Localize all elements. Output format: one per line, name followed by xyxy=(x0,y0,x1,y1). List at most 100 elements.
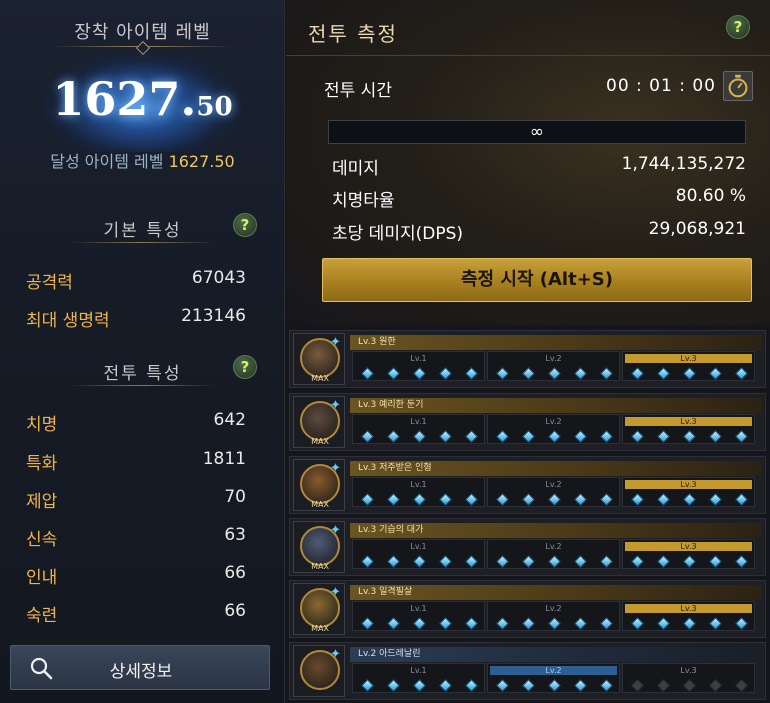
combat-stat-specialization: 특화 1811 xyxy=(26,449,246,474)
gem-icon xyxy=(496,679,509,692)
gem-icon xyxy=(657,493,670,506)
level-label: Lv.1 xyxy=(410,542,427,551)
combat-stat-expertise: 숙련 66 xyxy=(26,601,246,626)
combat-stat-crit: 치명 642 xyxy=(26,410,246,435)
engraving-name-bar: Lv.3 저주받은 인형 xyxy=(350,461,762,476)
start-measure-button[interactable]: 측정 시작 (Alt+S) xyxy=(322,258,752,302)
stopwatch-icon[interactable] xyxy=(723,71,753,101)
gem-icon xyxy=(735,493,748,506)
gem-icon xyxy=(683,367,696,380)
engraving-icon: ✦ MAX xyxy=(293,333,345,385)
gem-icon xyxy=(709,679,722,692)
sparkle-icon: ✦ xyxy=(330,335,341,350)
gem-icon xyxy=(657,617,670,630)
engraving-name: Lv.3 예리한 둔기 xyxy=(358,400,424,410)
achieved-value: 1627.50 xyxy=(168,152,235,171)
gem-icon xyxy=(439,679,452,692)
title-divider xyxy=(286,55,770,56)
engraving-icon: ✦ MAX xyxy=(293,396,345,448)
stat-label: 제압 xyxy=(26,492,58,512)
engraving-row[interactable]: ✦ MAX Lv.3 원한 Lv.1 Lv.2 Lv.3 xyxy=(289,330,766,388)
engraving-name: Lv.3 일격필살 xyxy=(358,587,413,597)
gem-icon xyxy=(735,679,748,692)
item-level-decimal: 50 xyxy=(196,92,233,122)
gem-icon xyxy=(387,367,400,380)
stat-value: 66 xyxy=(224,601,246,621)
detail-info-button[interactable]: 상세정보 xyxy=(10,645,270,690)
metric-value: 29,068,921 xyxy=(648,219,746,239)
gem-icon xyxy=(600,679,613,692)
stat-label: 공격력 xyxy=(26,273,73,293)
engraving-level-2: Lv.2 xyxy=(487,663,620,693)
gem-icon xyxy=(657,367,670,380)
gem-icon xyxy=(387,493,400,506)
engraving-name: Lv.3 저주받은 인형 xyxy=(358,463,432,473)
gem-icon xyxy=(413,367,426,380)
engraving-row[interactable]: ✦ Lv.2 아드레날린 Lv.1 Lv.2 Lv.3 xyxy=(289,642,766,700)
gem-icon xyxy=(361,555,374,568)
level-label: Lv.3 xyxy=(625,354,752,363)
engraving-level-1: Lv.1 xyxy=(352,663,485,693)
engraving-row[interactable]: ✦ MAX Lv.3 저주받은 인형 Lv.1 Lv.2 Lv.3 xyxy=(289,456,766,514)
gem-icon xyxy=(465,555,478,568)
gem-icon xyxy=(548,367,561,380)
stat-value: 63 xyxy=(224,525,246,545)
engraving-level-1: Lv.1 xyxy=(352,539,485,569)
engraving-row[interactable]: ✦ MAX Lv.3 일격필살 Lv.1 Lv.2 Lv.3 xyxy=(289,580,766,638)
gem-icon xyxy=(600,555,613,568)
engraving-icon: ✦ MAX xyxy=(293,583,345,635)
engraving-name-bar: Lv.3 기습의 대가 xyxy=(350,523,762,538)
stat-label: 특화 xyxy=(26,454,58,474)
character-stats-panel: 장착 아이템 레벨 1627.50 달성 아이템 레벨 1627.50 기본 특… xyxy=(0,0,285,703)
sparkle-icon: ✦ xyxy=(330,461,341,476)
engraving-row[interactable]: ✦ MAX Lv.3 예리한 둔기 Lv.1 Lv.2 Lv.3 xyxy=(289,393,766,451)
item-level-integer: 1627. xyxy=(52,72,197,126)
gem-icon xyxy=(496,430,509,443)
engraving-name: Lv.3 원한 xyxy=(358,337,396,347)
ornament-divider xyxy=(52,44,232,50)
engraving-icon: ✦ xyxy=(293,645,345,697)
basic-stat-max-hp: 최대 생명력 213146 xyxy=(26,306,246,331)
engraving-level-3: Lv.3 xyxy=(622,663,755,693)
level-label: Lv.3 xyxy=(625,604,752,613)
engraving-level-3: Lv.3 xyxy=(622,601,755,631)
gem-icon xyxy=(439,617,452,630)
gem-icon xyxy=(574,555,587,568)
detail-info-label: 상세정보 xyxy=(109,662,173,682)
duration-infinity-bar[interactable]: ∞ xyxy=(328,120,746,144)
engraving-level-3: Lv.3 xyxy=(622,414,755,444)
help-icon[interactable]: ? xyxy=(726,15,750,39)
gem-icon xyxy=(631,679,644,692)
stat-value: 70 xyxy=(224,487,246,507)
level-label: Lv.2 xyxy=(545,354,562,363)
gem-icon xyxy=(683,679,696,692)
gem-icon xyxy=(522,430,535,443)
gem-icon xyxy=(387,617,400,630)
level-label: Lv.2 xyxy=(545,604,562,613)
engraving-name-bar: Lv.3 예리한 둔기 xyxy=(350,398,762,413)
engraving-level-3: Lv.3 xyxy=(622,539,755,569)
level-label: Lv.1 xyxy=(410,666,427,675)
gem-icon xyxy=(496,617,509,630)
gem-icon xyxy=(600,367,613,380)
gem-icon xyxy=(709,555,722,568)
gem-icon xyxy=(548,617,561,630)
help-icon[interactable]: ? xyxy=(233,355,257,379)
engraving-level-2: Lv.2 xyxy=(487,601,620,631)
gem-icon xyxy=(439,555,452,568)
engraving-row[interactable]: ✦ MAX Lv.3 기습의 대가 Lv.1 Lv.2 Lv.3 xyxy=(289,518,766,576)
section-divider xyxy=(70,242,215,243)
level-label: Lv.1 xyxy=(410,480,427,489)
metric-value: 80.60 % xyxy=(675,186,746,206)
gem-icon xyxy=(361,679,374,692)
engraving-level-2: Lv.2 xyxy=(487,477,620,507)
battle-time-label: 전투 시간 xyxy=(324,81,392,101)
stat-value: 67043 xyxy=(191,268,246,288)
max-badge: MAX xyxy=(311,500,329,509)
gem-icon xyxy=(439,493,452,506)
help-icon[interactable]: ? xyxy=(233,213,257,237)
gem-icon xyxy=(631,367,644,380)
gem-icon xyxy=(709,367,722,380)
gem-icon xyxy=(709,617,722,630)
gem-icon xyxy=(413,617,426,630)
